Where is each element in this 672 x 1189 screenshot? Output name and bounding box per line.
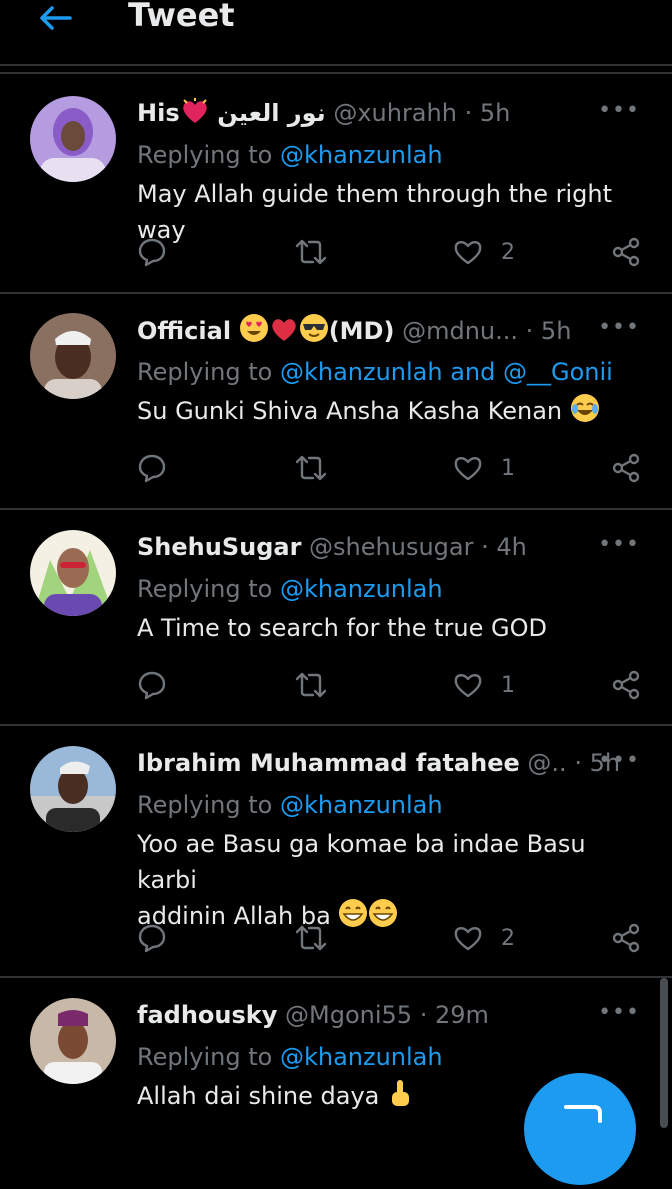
like-button[interactable]: 1 [453,667,515,703]
more-icon[interactable]: ••• [598,311,640,345]
replying-to: Replying to @khanzunlah [137,1043,443,1071]
replying-to: Replying to @khanzunlah [137,575,443,603]
display-name[interactable]: fadhousky [137,1001,277,1029]
retweet-icon[interactable] [295,667,327,703]
tweet-text: A Time to search for the true GOD [137,614,547,642]
timestamp[interactable]: 4h [496,533,526,561]
action-bar: 1 [137,667,642,703]
mention-link[interactable]: @khanzunlah [280,791,443,819]
timestamp[interactable]: 5h [480,99,510,127]
retweet-icon[interactable] [295,234,327,270]
replying-to: Replying to @khanzunlah [137,141,443,169]
avatar[interactable] [30,96,116,182]
replying-to: Replying to @khanzunlah [137,791,443,819]
avatar[interactable] [30,530,116,616]
display-name[interactable]: Official [137,317,231,345]
mention-link[interactable]: @khanzunlah [280,575,443,603]
display-name-suffix: (MD) [328,317,395,345]
more-icon[interactable]: ••• [598,744,640,778]
like-count: 1 [501,455,515,481]
more-icon[interactable]: ••• [598,996,640,1030]
avatar[interactable] [30,998,116,1084]
handle[interactable]: @Mgoni55 [285,1001,412,1029]
action-bar: 2 [137,234,642,270]
share-icon[interactable] [611,920,641,956]
tears-of-joy-emoji-icon [570,393,600,433]
compose-fab[interactable] [524,1073,636,1185]
heart-eyes-emoji-icon [239,313,269,352]
page-title: Tweet [128,0,235,34]
reply-tweet[interactable]: His نور العين @xuhrahh · 5h ••• Replying… [0,74,672,294]
replying-to: Replying to @khanzunlah and @__Gonii [137,358,613,386]
handle[interactable]: @shehusugar [309,533,473,561]
retweet-icon[interactable] [295,920,327,956]
action-bar: 1 [137,450,642,486]
tweet-text: Su Gunki Shiva Ansha Kasha Kenan [137,393,648,433]
like-icon[interactable] [453,238,483,266]
reply-icon[interactable] [137,667,167,703]
pointing-up-emoji-icon [387,1078,413,1118]
like-icon[interactable] [453,924,483,952]
like-button[interactable]: 2 [453,920,515,956]
reply-tweet[interactable]: Ibrahim Muhammad fatahee @.. · 5h ••• Re… [0,724,672,978]
like-count: 1 [501,672,515,698]
action-bar: 2 [137,920,642,956]
more-icon[interactable]: ••• [598,94,640,128]
display-name[interactable]: His [137,99,180,127]
heart-emoji-icon [180,97,210,134]
scrollbar[interactable] [660,978,668,1128]
share-icon[interactable] [611,234,641,270]
like-button[interactable]: 2 [453,234,515,270]
reply-icon[interactable] [137,450,167,486]
timestamp[interactable]: 5h [541,317,571,345]
retweet-icon[interactable] [295,450,327,486]
display-name-suffix: نور العين [217,99,326,127]
display-name[interactable]: Ibrahim Muhammad fatahee [137,749,520,777]
red-heart-emoji-icon [269,315,299,352]
like-count: 2 [501,925,515,951]
share-icon[interactable] [611,450,641,486]
mention-link[interactable]: @khanzunlah [280,1043,443,1071]
reply-icon[interactable] [137,234,167,270]
timestamp[interactable]: 29m [435,1001,489,1029]
reply-tweet[interactable]: Official (MD) @mdnu... · 5h ••• Replying… [0,292,672,510]
like-count: 2 [501,239,515,265]
mention-link[interactable]: @khanzunlah [280,141,443,169]
top-bar: Tweet [0,0,672,66]
reply-icon[interactable] [137,920,167,956]
more-icon[interactable]: ••• [598,528,640,562]
sunglasses-emoji-icon [299,313,329,352]
handle[interactable]: @xuhrahh [333,99,457,127]
mention-link[interactable]: @khanzunlah and @__Gonii [280,358,613,386]
back-arrow-icon[interactable] [36,4,76,32]
reply-tweet[interactable]: ShehuSugar @shehusugar · 4h ••• Replying… [0,508,672,726]
like-icon[interactable] [453,671,483,699]
share-icon[interactable] [611,667,641,703]
avatar[interactable] [30,313,116,399]
handle[interactable]: @.. [527,749,566,777]
like-button[interactable]: 1 [453,450,515,486]
like-icon[interactable] [453,454,483,482]
handle[interactable]: @mdnu... [402,317,518,345]
avatar[interactable] [30,746,116,832]
display-name[interactable]: ShehuSugar [137,533,301,561]
